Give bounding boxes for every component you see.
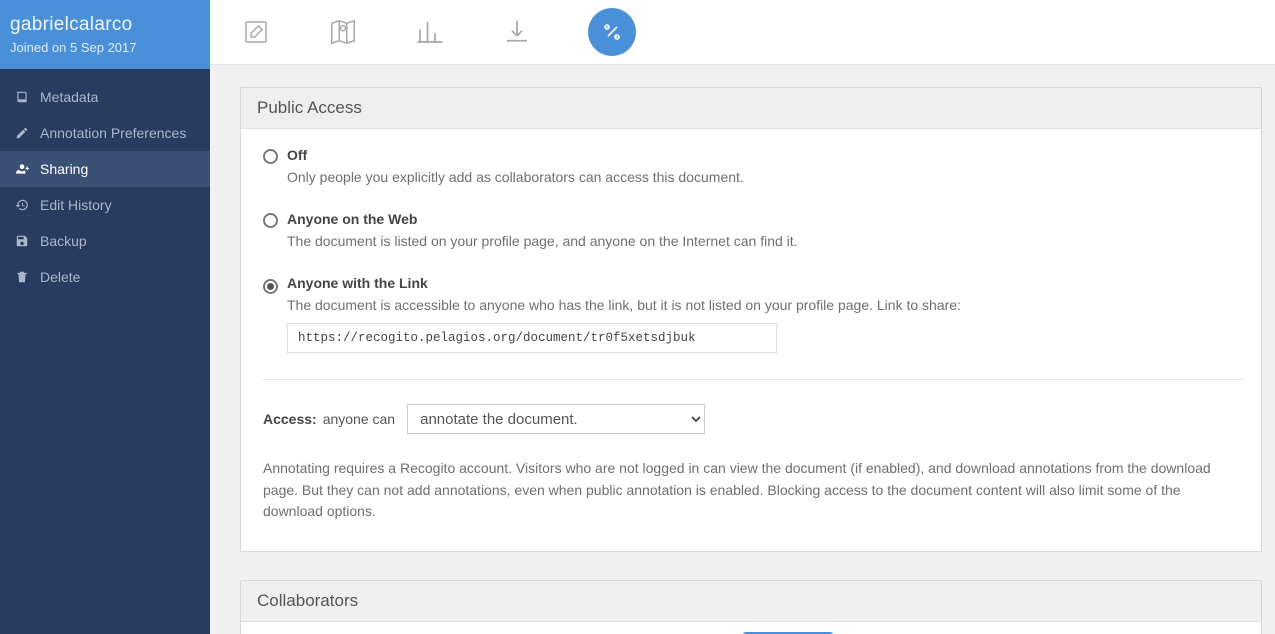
sidebar-item-label: Sharing bbox=[40, 161, 88, 177]
access-note: Annotating requires a Recogito account. … bbox=[263, 458, 1243, 523]
radio-off[interactable] bbox=[263, 149, 278, 164]
access-line: Access: anyone can annotate the document… bbox=[263, 404, 1243, 434]
radio-anyone-web[interactable] bbox=[263, 213, 278, 228]
topbar bbox=[210, 0, 1275, 65]
tab-download[interactable] bbox=[501, 16, 533, 48]
tab-stats[interactable] bbox=[414, 16, 446, 48]
tab-map[interactable] bbox=[327, 16, 359, 48]
panel-title: Collaborators bbox=[241, 581, 1261, 622]
radio-anyone-link[interactable] bbox=[263, 279, 278, 294]
radio-anyone-link-label: Anyone with the Link bbox=[287, 275, 1243, 291]
profile-username: gabrielcalarco bbox=[10, 14, 198, 36]
sidebar-item-label: Edit History bbox=[40, 197, 112, 213]
sidebar-item-sharing[interactable]: Sharing bbox=[0, 151, 210, 187]
collaborator-row: Gimena ADMIN ▼ bbox=[241, 622, 1261, 634]
sidebar-item-metadata[interactable]: Metadata bbox=[0, 79, 210, 115]
panel-title: Public Access bbox=[241, 88, 1261, 129]
public-access-panel: Public Access Off Only people you explic… bbox=[240, 87, 1262, 552]
sidebar-item-annotation-prefs[interactable]: Annotation Preferences bbox=[0, 115, 210, 151]
collaborators-panel: Collaborators Gimena ADMIN ▼ bbox=[240, 580, 1262, 634]
sidebar: gabrielcalarco Joined on 5 Sep 2017 Meta… bbox=[0, 0, 210, 634]
sidebar-item-label: Delete bbox=[40, 269, 80, 285]
share-url-input[interactable] bbox=[287, 323, 777, 353]
trash-icon bbox=[14, 270, 30, 284]
profile-block: gabrielcalarco Joined on 5 Sep 2017 bbox=[0, 0, 210, 69]
side-nav: Metadata Annotation Preferences Sharing … bbox=[0, 69, 210, 295]
history-icon bbox=[14, 198, 30, 212]
profile-joined: Joined on 5 Sep 2017 bbox=[10, 40, 198, 55]
tab-settings[interactable] bbox=[588, 8, 636, 56]
pencil-icon bbox=[14, 126, 30, 140]
access-label-bold: Access: bbox=[263, 411, 317, 427]
access-select[interactable]: annotate the document. bbox=[407, 404, 705, 434]
sidebar-item-label: Backup bbox=[40, 233, 87, 249]
sidebar-item-delete[interactable]: Delete bbox=[0, 259, 210, 295]
book-icon bbox=[14, 90, 30, 104]
radio-anyone-web-desc: The document is listed on your profile p… bbox=[287, 233, 798, 249]
radio-anyone-web-label: Anyone on the Web bbox=[287, 211, 798, 227]
sidebar-item-edit-history[interactable]: Edit History bbox=[0, 187, 210, 223]
save-icon bbox=[14, 234, 30, 248]
radio-off-desc: Only people you explicitly add as collab… bbox=[287, 169, 744, 185]
sidebar-item-label: Annotation Preferences bbox=[40, 125, 186, 141]
user-share-icon bbox=[14, 162, 30, 176]
tab-annotate[interactable] bbox=[240, 16, 272, 48]
sidebar-item-label: Metadata bbox=[40, 89, 98, 105]
main-area: Public Access Off Only people you explic… bbox=[210, 0, 1275, 634]
radio-off-label: Off bbox=[287, 147, 744, 163]
sidebar-item-backup[interactable]: Backup bbox=[0, 223, 210, 259]
access-label-rest: anyone can bbox=[323, 411, 395, 427]
radio-anyone-link-desc: The document is accessible to anyone who… bbox=[287, 297, 1243, 313]
